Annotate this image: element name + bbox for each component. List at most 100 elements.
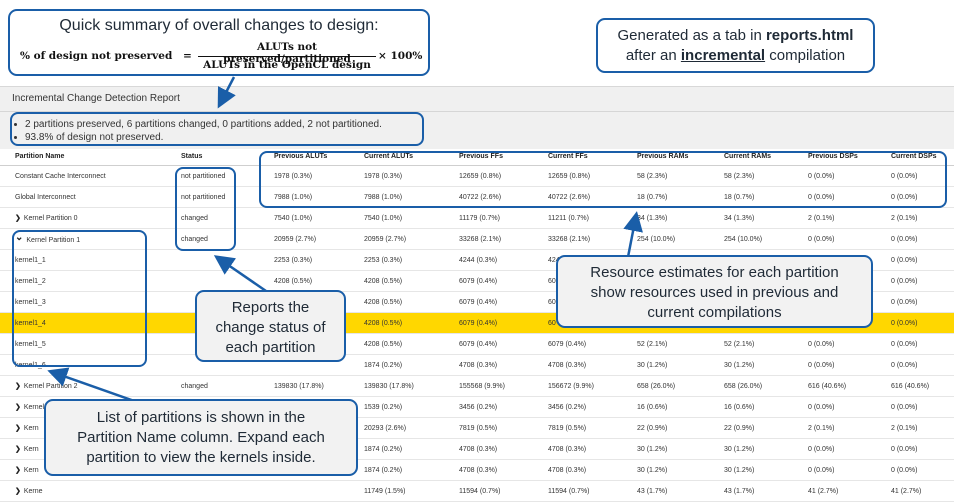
resource-cell: 30 (1.2%) bbox=[637, 354, 724, 376]
partitions-callout-line: partition to view the kernels inside. bbox=[86, 449, 316, 466]
partition-names-highlight-box bbox=[12, 230, 147, 367]
resource-cell: 20959 (2.7%) bbox=[274, 228, 364, 250]
resource-cell: 4208 (0.5%) bbox=[274, 270, 364, 292]
chevron-right-icon[interactable]: ❯ bbox=[15, 466, 21, 474]
partition-name-cell: Constant Cache Interconnect bbox=[0, 165, 181, 187]
chevron-right-icon[interactable]: ❯ bbox=[15, 382, 21, 390]
resource-cell: 155568 (9.9%) bbox=[459, 375, 548, 397]
partition-name: Kern bbox=[23, 446, 39, 453]
status-callout-line: Reports the bbox=[231, 299, 310, 316]
resources-callout-line: Resource estimates for each partition bbox=[590, 264, 839, 281]
resources-highlight-box bbox=[259, 151, 947, 208]
resource-cell: 616 (40.6%) bbox=[808, 375, 891, 397]
resource-cell: 30 (1.2%) bbox=[637, 459, 724, 481]
generated-line-1: Generated as a tab in reports.html bbox=[617, 27, 854, 44]
resource-cell: 33268 (2.1%) bbox=[459, 228, 548, 250]
chevron-right-icon[interactable]: ❯ bbox=[15, 487, 21, 495]
resource-cell: 0 (0.0%) bbox=[808, 333, 891, 355]
resource-cell: 6079 (0.4%) bbox=[459, 291, 548, 313]
table-row[interactable]: ❯ Kerne 11749 (1.5%) 11594 (0.7%) 11594 (0.7… bbox=[0, 480, 954, 502]
resources-callout: Resource estimates for each partition sh… bbox=[556, 255, 873, 328]
formula-equals: = bbox=[183, 50, 192, 62]
resource-cell: 658 (26.0%) bbox=[724, 375, 808, 397]
chevron-right-icon[interactable]: ❯ bbox=[15, 214, 21, 222]
resource-cell: 4208 (0.5%) bbox=[364, 291, 459, 313]
resource-cell: 43 (1.7%) bbox=[637, 480, 724, 502]
resource-cell: 4208 (0.5%) bbox=[364, 312, 459, 334]
resource-cell: 3456 (0.2%) bbox=[548, 396, 637, 418]
resource-cell: 254 (10.0%) bbox=[724, 228, 808, 250]
report-title: Incremental Change Detection Report bbox=[12, 93, 180, 104]
resource-cell: 1874 (0.2%) bbox=[364, 354, 459, 376]
status-cell bbox=[181, 480, 274, 502]
resource-cell: 11594 (0.7%) bbox=[548, 480, 637, 502]
resource-cell: 16 (0.6%) bbox=[724, 396, 808, 418]
table-row[interactable]: ❯ Kernel Partition 0 changed 7540 (1.0%) 754… bbox=[0, 207, 954, 229]
resources-callout-line: current compilations bbox=[647, 304, 782, 321]
resource-cell: 0 (0.0%) bbox=[808, 354, 891, 376]
resource-cell: 0 (0.0%) bbox=[891, 291, 954, 313]
partition-name-cell[interactable]: ❯ Kernel Partition 2 bbox=[0, 375, 181, 397]
chevron-right-icon[interactable]: ❯ bbox=[15, 424, 21, 432]
partition-name: Global Interconnect bbox=[15, 193, 76, 201]
resource-cell: 156672 (9.9%) bbox=[548, 375, 637, 397]
resource-cell: 4244 (0.3%) bbox=[459, 249, 548, 271]
resource-cell: 0 (0.0%) bbox=[808, 396, 891, 418]
resource-cell: 4708 (0.3%) bbox=[459, 438, 548, 460]
resource-cell: 0 (0.0%) bbox=[808, 459, 891, 481]
resource-cell: 22 (0.9%) bbox=[724, 417, 808, 439]
chevron-right-icon[interactable]: ❯ bbox=[15, 403, 21, 411]
status-callout-line: change status of bbox=[215, 319, 326, 336]
formula-fraction-bar bbox=[198, 56, 376, 57]
resource-cell: 22 (0.9%) bbox=[637, 417, 724, 439]
formula-times: × 100% bbox=[378, 50, 423, 62]
resource-cell: 4708 (0.3%) bbox=[459, 459, 548, 481]
resource-cell: 0 (0.0%) bbox=[891, 249, 954, 271]
resource-cell: 20293 (2.6%) bbox=[364, 417, 459, 439]
resource-cell: 4208 (0.5%) bbox=[364, 270, 459, 292]
summary-highlight-box bbox=[10, 112, 424, 146]
resource-cell: 4708 (0.3%) bbox=[548, 354, 637, 376]
resource-cell: 11749 (1.5%) bbox=[364, 480, 459, 502]
resource-cell: 6079 (0.4%) bbox=[459, 333, 548, 355]
formula-denominator: ALUTs in the OpenCL design bbox=[203, 59, 371, 71]
resource-cell: 1874 (0.2%) bbox=[364, 438, 459, 460]
resource-cell: 0 (0.0%) bbox=[891, 354, 954, 376]
partition-name-cell[interactable]: ❯ Kernel Partition 0 bbox=[0, 207, 181, 229]
resource-cell: 41 (2.7%) bbox=[808, 480, 891, 502]
status-cell bbox=[181, 270, 274, 292]
resource-cell: 1874 (0.2%) bbox=[364, 459, 459, 481]
resource-cell: 33268 (2.1%) bbox=[548, 228, 637, 250]
status-highlight-box bbox=[175, 167, 236, 251]
resource-cell: 3456 (0.2%) bbox=[459, 396, 548, 418]
resource-cell: 4708 (0.3%) bbox=[459, 354, 548, 376]
status-callout: Reports the change status of each partit… bbox=[195, 290, 346, 362]
status-cell bbox=[181, 249, 274, 271]
resource-cell: 4708 (0.3%) bbox=[548, 459, 637, 481]
resource-cell: 2 (0.1%) bbox=[891, 207, 954, 229]
partition-name-cell[interactable]: ❯ Kerne bbox=[0, 480, 181, 502]
resource-cell: 11211 (0.7%) bbox=[548, 207, 637, 229]
resource-cell: 4208 (0.5%) bbox=[364, 333, 459, 355]
resource-cell: 30 (1.2%) bbox=[724, 438, 808, 460]
resource-cell: 0 (0.0%) bbox=[808, 438, 891, 460]
resource-cell: 2 (0.1%) bbox=[808, 207, 891, 229]
resource-cell: 16 (0.6%) bbox=[637, 396, 724, 418]
table-row[interactable]: ❯ Kernel Partition 2 changed 139830 (17.8%)… bbox=[0, 375, 954, 397]
partition-name: Constant Cache Interconnect bbox=[15, 172, 106, 180]
column-header[interactable]: Partition Name bbox=[0, 148, 181, 166]
summary-callout-title: Quick summary of overall changes to desi… bbox=[59, 17, 379, 34]
partitions-callout: List of partitions is shown in the Parti… bbox=[44, 399, 358, 476]
generated-callout: Generated as a tab in reports.html after… bbox=[596, 18, 875, 73]
resource-cell: 254 (10.0%) bbox=[637, 228, 724, 250]
resource-cell: 30 (1.2%) bbox=[724, 354, 808, 376]
resource-cell: 2 (0.1%) bbox=[891, 417, 954, 439]
resource-cell: 11179 (0.7%) bbox=[459, 207, 548, 229]
resource-cell: 0 (0.0%) bbox=[891, 459, 954, 481]
resource-cell bbox=[274, 480, 364, 502]
chevron-right-icon[interactable]: ❯ bbox=[15, 445, 21, 453]
resource-cell: 0 (0.0%) bbox=[891, 270, 954, 292]
resource-cell: 0 (0.0%) bbox=[808, 228, 891, 250]
resource-cell: 6079 (0.4%) bbox=[548, 333, 637, 355]
resource-cell: 4708 (0.3%) bbox=[548, 438, 637, 460]
